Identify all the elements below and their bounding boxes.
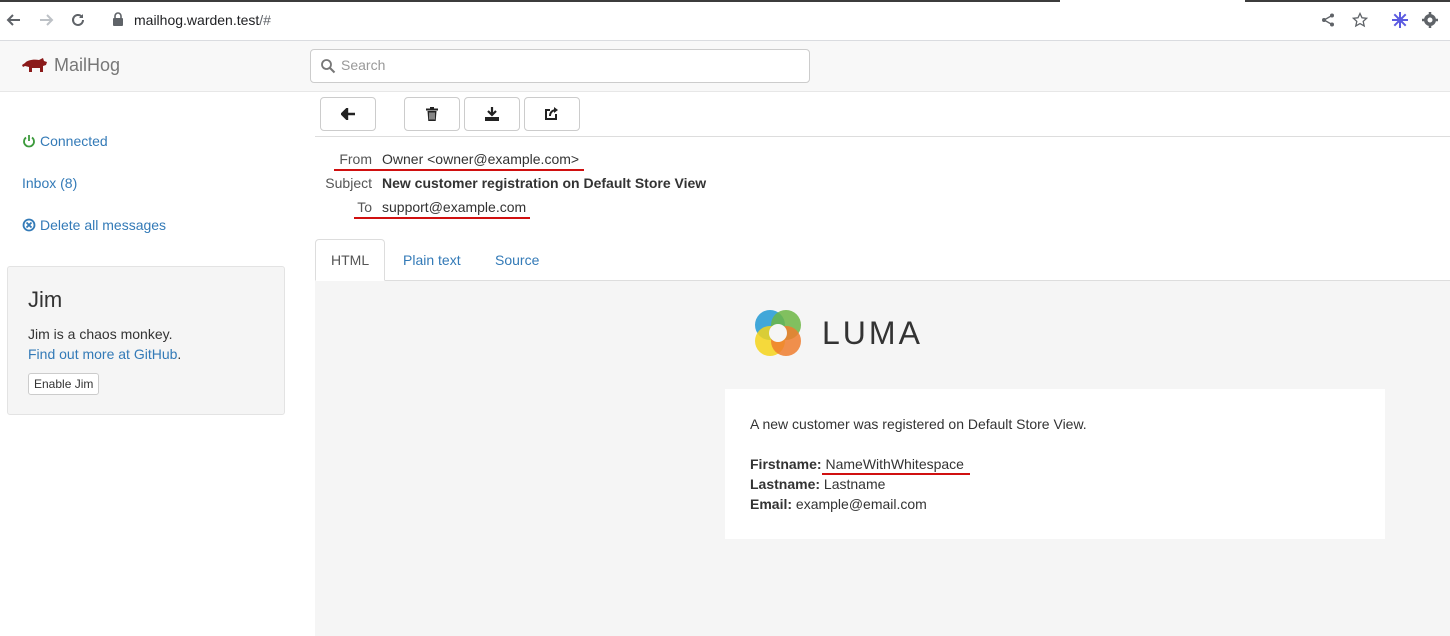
settings-icon[interactable] — [1420, 10, 1440, 30]
from-annotation-underline — [334, 169, 584, 171]
subject-label: Subject — [325, 175, 372, 191]
inbox-label: Inbox (8) — [22, 175, 78, 191]
tab-strip-edge — [0, 0, 1060, 2]
firstname-label: Firstname: — [750, 456, 822, 472]
email-row: Email: example@email.com — [750, 496, 927, 512]
lastname-value: Lastname — [823, 476, 886, 492]
delete-all-label: Delete all messages — [40, 217, 167, 233]
search-icon — [321, 59, 336, 74]
luma-wordmark: LUMA — [822, 314, 923, 351]
brand[interactable]: MailHog — [22, 55, 120, 76]
back-button[interactable] — [320, 97, 376, 131]
firstname-annotation-underline — [822, 473, 970, 475]
arrow-left-icon — [341, 108, 355, 120]
firstname-row: Firstname: NameWithWhitespace — [750, 456, 964, 472]
extension-icon[interactable] — [1390, 10, 1410, 30]
connected-status[interactable]: Connected — [22, 133, 108, 149]
from-value: Owner <owner@example.com> — [382, 151, 580, 167]
back-icon[interactable] — [3, 9, 25, 31]
search-input[interactable] — [341, 57, 801, 73]
delete-button[interactable] — [404, 97, 460, 131]
app-header: MailHog — [0, 41, 1450, 92]
email-card: A new customer was registered on Default… — [725, 389, 1385, 539]
lock-icon[interactable] — [112, 11, 124, 27]
connected-label: Connected — [40, 133, 108, 149]
jim-panel: Jim Jim is a chaos monkey. Find out more… — [7, 266, 285, 415]
firstname-value: NameWithWhitespace — [825, 456, 964, 472]
to-value: support@example.com — [382, 199, 527, 215]
github-link[interactable]: Find out more at GitHub — [28, 346, 177, 362]
from-label: From — [339, 151, 372, 167]
jim-title: Jim — [28, 287, 63, 312]
trash-icon — [426, 107, 438, 121]
subject-value: New customer registration on Default Sto… — [382, 175, 707, 191]
tab-strip-edge-right — [1245, 0, 1450, 2]
to-annotation-underline — [354, 217, 530, 219]
forward-icon[interactable] — [35, 9, 57, 31]
tab-plain-text[interactable]: Plain text — [388, 239, 476, 281]
pig-logo-icon — [22, 57, 47, 72]
url-path: /# — [259, 12, 271, 28]
jim-description: Jim is a chaos monkey. Find out more at … — [28, 324, 181, 364]
remove-circle-icon — [22, 218, 36, 232]
share-alt-icon — [545, 107, 558, 120]
tab-source[interactable]: Source — [480, 239, 554, 281]
lastname-label: Lastname: — [750, 476, 821, 492]
enable-jim-button[interactable]: Enable Jim — [28, 373, 100, 395]
lastname-row: Lastname: Lastname — [750, 476, 885, 492]
share-icon[interactable] — [1318, 10, 1338, 30]
url-host: mailhog.warden.test — [134, 12, 260, 28]
download-icon — [485, 107, 499, 121]
inbox-link[interactable]: Inbox (8) — [22, 175, 77, 191]
star-icon[interactable] — [1350, 10, 1370, 30]
luma-logo: LUMA — [750, 305, 923, 361]
toolbar-divider — [315, 136, 1450, 137]
to-label: To — [357, 199, 372, 215]
download-button[interactable] — [464, 97, 520, 131]
jim-desc-text: Jim is a chaos monkey. — [28, 326, 173, 342]
email-value: example@email.com — [795, 496, 927, 512]
address-bar[interactable]: mailhog.warden.test/# — [134, 12, 271, 28]
power-icon — [23, 135, 35, 148]
luma-logo-icon — [755, 310, 801, 356]
search-box[interactable] — [310, 49, 810, 83]
email-label: Email: — [750, 496, 793, 512]
tab-html[interactable]: HTML — [315, 239, 385, 281]
brand-name: MailHog — [54, 55, 121, 75]
jim-link-suffix: . — [177, 346, 182, 362]
reload-icon[interactable] — [67, 9, 89, 31]
delete-all-link[interactable]: Delete all messages — [22, 217, 166, 233]
release-button[interactable] — [524, 97, 580, 131]
browser-toolbar: mailhog.warden.test/# — [0, 0, 1450, 41]
email-intro: A new customer was registered on Default… — [750, 416, 1087, 432]
